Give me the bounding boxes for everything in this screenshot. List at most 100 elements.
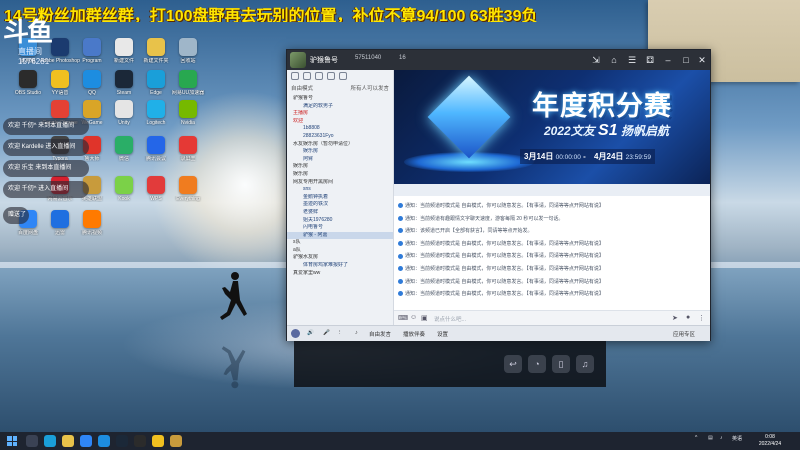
- channel-row[interactable]: 网友专用开黑房间: [287, 179, 393, 187]
- more-icon[interactable]: ⋮: [698, 314, 705, 322]
- channel-main-panel: 年度积分赛 2022文友 S1 扬帆启航 3月14日 00:00:00 - 4月…: [394, 70, 710, 325]
- user-row[interactable]: 满足的软男子: [287, 103, 393, 111]
- obs-taskbar-icon[interactable]: [134, 435, 146, 447]
- qq-taskbar-icon[interactable]: [98, 435, 110, 447]
- start-date: 3月14日: [524, 152, 554, 161]
- app-icon: [147, 38, 165, 56]
- refresh-icon[interactable]: [339, 72, 347, 80]
- user-row[interactable]: 闪电鲁号: [287, 224, 393, 232]
- channel-row[interactable]: a队: [287, 247, 393, 255]
- gamepad-icon[interactable]: ⚃: [643, 53, 657, 67]
- apply-zone-button[interactable]: 应用专区: [673, 330, 695, 338]
- user-row[interactable]: 墨迹的铁汉: [287, 201, 393, 209]
- user-row[interactable]: 1b8808: [287, 125, 393, 133]
- user-row[interactable]: 金鹅钟执着: [287, 194, 393, 202]
- channel-row[interactable]: 主播房: [287, 110, 393, 118]
- voice-icon[interactable]: ●: [686, 314, 690, 321]
- store-taskbar-icon[interactable]: [80, 435, 92, 447]
- desktop-icon[interactable]: 腾讯视频: [70, 210, 114, 242]
- self-avatar[interactable]: [291, 329, 300, 338]
- user-row[interactable]: 娱乐房: [287, 148, 393, 156]
- share-icon[interactable]: ⇲: [589, 53, 603, 67]
- chat-bubble: 欢迎 乐宝 来到本直播间: [3, 160, 89, 177]
- date-separator: -: [583, 152, 586, 161]
- steam-taskbar-icon[interactable]: [116, 435, 128, 447]
- lol-taskbar-icon[interactable]: [170, 435, 182, 447]
- wallpaper-runner-silhouette: [220, 272, 247, 320]
- free-mode-label[interactable]: 自由发言: [369, 330, 391, 338]
- maximize-icon[interactable]: □: [679, 53, 693, 67]
- minimize-icon[interactable]: –: [661, 53, 675, 67]
- settings-button[interactable]: 设置: [437, 330, 448, 338]
- event-banner[interactable]: 年度积分赛 2022文友 S1 扬帆启航 3月14日 00:00:00 - 4月…: [394, 70, 710, 184]
- network-icon[interactable]: ▤: [708, 435, 713, 441]
- channel-row[interactable]: 娱乐房: [287, 163, 393, 171]
- list-icon[interactable]: ☰: [625, 53, 639, 67]
- system-message: 通知：当前频道时模式是 自由模式，你可以随意发言。【有事请，同请等等点开网站有说…: [398, 250, 704, 263]
- home-icon[interactable]: ⌂: [607, 53, 621, 67]
- desktop-icon[interactable]: Nvidia: [166, 100, 210, 132]
- speaker-icon[interactable]: 🔊: [307, 330, 314, 336]
- desktop-icon[interactable]: Everything: [166, 176, 210, 208]
- user-avatar[interactable]: [290, 52, 306, 68]
- user-row[interactable]: 28823631Fyo: [287, 133, 393, 141]
- image-icon[interactable]: ▣: [421, 314, 428, 322]
- window-title-bar[interactable]: 驴猴鲁号 57511040 16 ⇲ ⌂ ☰ ⚃ – □ ✕: [287, 50, 710, 70]
- volume-icon[interactable]: ♪: [720, 435, 723, 441]
- channel-row[interactable]: s队: [287, 239, 393, 247]
- channel-row[interactable]: 驴猴鲁号: [287, 95, 393, 103]
- user-row[interactable]: 姐夫1976280: [287, 217, 393, 225]
- tray-arrow-icon[interactable]: ^: [695, 435, 697, 441]
- mic-toggle-icon[interactable]: ♫: [576, 355, 594, 373]
- search-icon[interactable]: [26, 435, 38, 447]
- microphone-icon[interactable]: 🎤: [323, 330, 330, 336]
- desktop-icon-label: 录屏王: [180, 156, 196, 162]
- channel-row[interactable]: 欢迎: [287, 118, 393, 126]
- channel-icon[interactable]: [291, 72, 299, 80]
- explorer-taskbar-icon[interactable]: [62, 435, 74, 447]
- friends-icon[interactable]: [303, 72, 311, 80]
- desktop-icon[interactable]: 回收站: [166, 38, 210, 70]
- equalizer-icon[interactable]: ⫶: [339, 330, 340, 337]
- user-row[interactable]: 体育房鸡家难报好了: [287, 262, 393, 270]
- user-row[interactable]: 阿臂: [287, 156, 393, 164]
- yy-taskbar-icon[interactable]: [152, 435, 164, 447]
- app-icon: [179, 70, 197, 88]
- channel-tree-sidebar: 自由模式 所有人可以发言 驴猴鲁号 满足的软男子 主播房 欢迎 1b8808 288236…: [287, 70, 394, 325]
- desktop-icon-label: 回收站: [180, 58, 196, 64]
- system-message: 通知：当前频道有趣跟情文字聊天速度，游客每隔 20 秒可以发一句话。: [398, 213, 704, 226]
- keyboard-icon[interactable]: ⌨: [398, 314, 408, 322]
- system-clock[interactable]: 0:08 2022/4/24: [752, 434, 788, 448]
- system-message: 通知：当前频道时模式是 自由模式，你可以随意发言。【有事请，同请等等点开网站有说…: [398, 276, 704, 289]
- message-text: 通知：该频道已开启【全部有获言】，同请等等点开始发。: [405, 228, 533, 235]
- emoji-icon[interactable]: ☺: [410, 314, 417, 321]
- location-icon[interactable]: [315, 72, 323, 80]
- record-icon[interactable]: ♪: [355, 330, 358, 336]
- desktop-icon-label: Nvidia: [181, 120, 195, 126]
- clock-time: 0:08: [765, 434, 775, 440]
- back-icon[interactable]: ↩: [504, 355, 522, 373]
- delete-icon[interactable]: ▯: [552, 355, 570, 373]
- desktop-icon[interactable]: 录屏王: [166, 136, 210, 168]
- send-icon[interactable]: ➤: [672, 314, 678, 322]
- user-row[interactable]: 老婆鲜: [287, 209, 393, 217]
- user-row[interactable]: sns: [287, 186, 393, 194]
- timer-icon[interactable]: ◔: [528, 355, 546, 373]
- lock-icon[interactable]: [327, 72, 335, 80]
- channel-row[interactable]: 驴猴水友房: [287, 254, 393, 262]
- start-time: 00:00:00: [555, 154, 581, 161]
- channel-row[interactable]: 水友娱乐房（暂勿申请位）: [287, 141, 393, 149]
- user-row[interactable]: 驴猴 - 阿嘉: [287, 231, 393, 240]
- close-icon[interactable]: ✕: [695, 53, 709, 67]
- channel-row[interactable]: 真爱家里ww: [287, 270, 393, 278]
- start-button-icon[interactable]: [7, 436, 17, 446]
- edge-taskbar-icon[interactable]: [44, 435, 56, 447]
- desktop-icon-label: 腾讯视频: [81, 230, 102, 236]
- desktop-icon[interactable]: 网易UU加速器: [166, 70, 210, 102]
- message-text: 通知：当前频道时模式是 自由模式，你可以随意发言。【有事请，同请等等点开网站有说…: [405, 203, 604, 209]
- ime-indicator[interactable]: 英语: [732, 435, 742, 442]
- channel-row[interactable]: 娱乐房: [287, 171, 393, 179]
- system-message: 通知：当前频道时模式是 自由模式，你可以随意发言。【有事请，同请等等点开网站有说…: [398, 288, 704, 301]
- play-music-button[interactable]: 播放伴奏: [403, 330, 425, 338]
- chat-input[interactable]: 说点什么吧...: [434, 315, 466, 323]
